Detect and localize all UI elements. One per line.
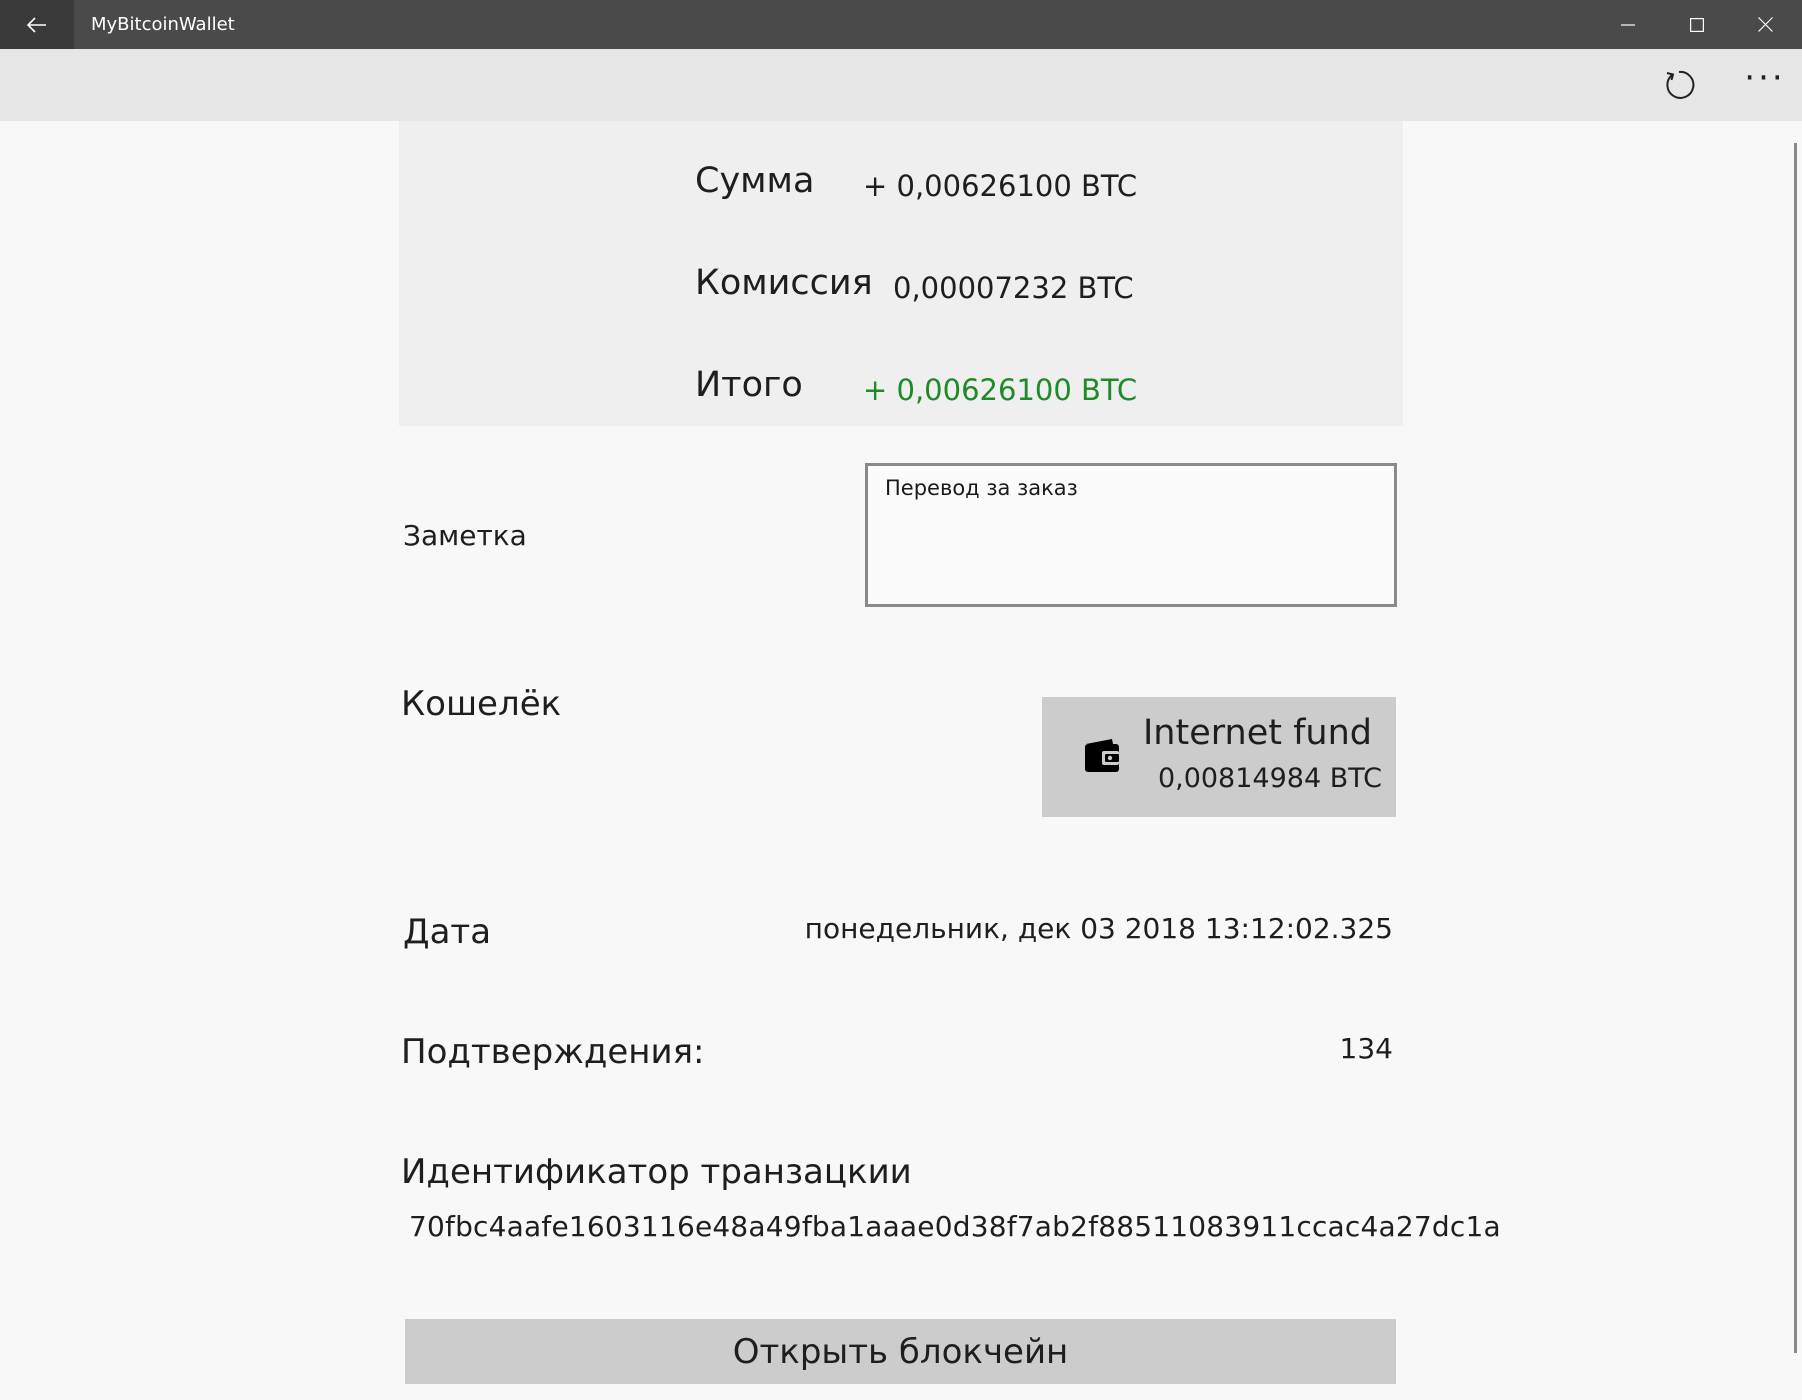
maximize-icon xyxy=(1689,17,1704,32)
confirmations-label: Подтверждения: xyxy=(401,1032,705,1072)
total-label: Итого xyxy=(695,365,803,405)
note-field[interactable]: Перевод за заказ xyxy=(865,463,1397,607)
date-value: понедельник, дек 03 2018 13:12:02.325 xyxy=(804,912,1393,945)
wallet-balance: 0,00814984 BTC xyxy=(1157,763,1382,794)
refresh-icon xyxy=(1666,70,1695,99)
more-icon: ··· xyxy=(1744,58,1786,98)
note-text: Перевод за заказ xyxy=(885,476,1078,500)
minimize-button[interactable] xyxy=(1593,0,1662,49)
transaction-id-label: Идентификатор транзацкии xyxy=(401,1152,912,1192)
minimize-icon xyxy=(1620,23,1635,26)
back-arrow-icon xyxy=(27,16,46,33)
app-title: MyBitcoinWallet xyxy=(91,14,235,35)
date-label: Дата xyxy=(403,912,492,952)
summary-panel: Сумма + 0,00626100 BTC Комиссия 0,000072… xyxy=(399,121,1403,426)
transaction-id-value: 70fbc4aafe1603116e48a49fba1aaae0d38f7ab2… xyxy=(409,1210,1501,1243)
amount-value: + 0,00626100 BTC xyxy=(863,169,1138,203)
refresh-button[interactable] xyxy=(1642,49,1716,121)
close-button[interactable] xyxy=(1731,0,1800,49)
total-value: + 0,00626100 BTC xyxy=(863,373,1138,407)
close-icon xyxy=(1758,17,1773,32)
note-label: Заметка xyxy=(403,519,527,552)
wallet-name: Internet fund xyxy=(1142,713,1372,753)
fee-label: Комиссия xyxy=(695,263,873,303)
more-button[interactable]: ··· xyxy=(1728,49,1802,121)
confirmations-value: 134 xyxy=(1339,1032,1393,1065)
open-blockchain-button[interactable]: Открыть блокчейн xyxy=(405,1319,1396,1384)
maximize-button[interactable] xyxy=(1662,0,1731,49)
title-bar: MyBitcoinWallet xyxy=(0,0,1802,49)
wallet-label: Кошелёк xyxy=(401,684,562,724)
wallet-icon xyxy=(1085,739,1119,772)
scrollbar[interactable] xyxy=(1794,143,1797,1353)
fee-value: 0,00007232 BTC xyxy=(893,271,1134,305)
command-bar: ··· xyxy=(0,49,1802,121)
back-button[interactable] xyxy=(0,0,74,49)
amount-label: Сумма xyxy=(695,161,815,201)
wallet-selector[interactable]: Internet fund 0,00814984 BTC xyxy=(1042,697,1396,817)
